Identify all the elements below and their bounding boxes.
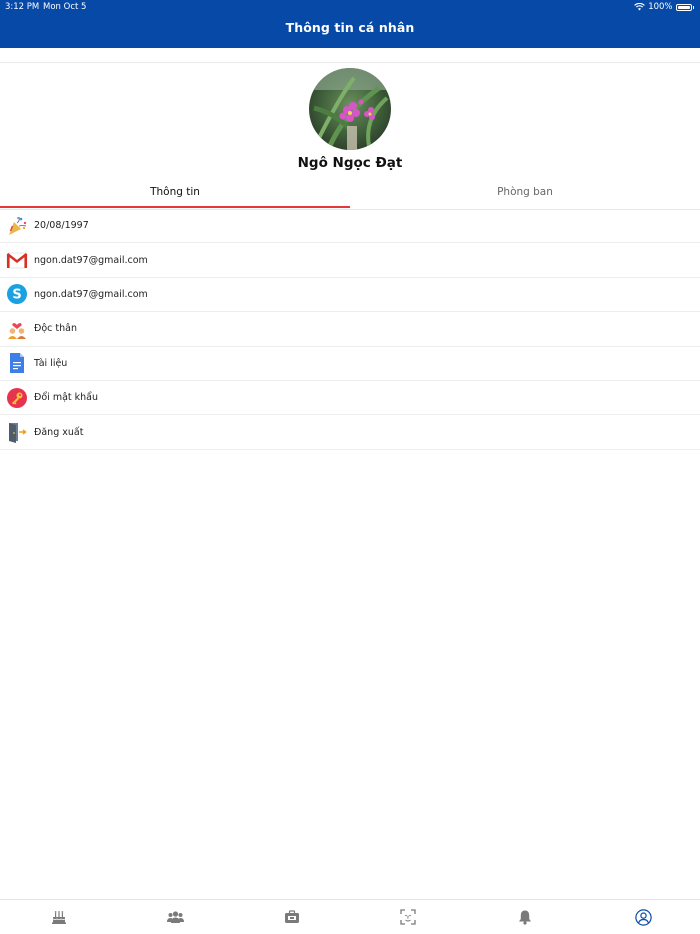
tab-info[interactable]: Thông tin (0, 180, 350, 208)
nav-people[interactable] (166, 908, 184, 926)
people-icon (166, 911, 184, 923)
battery-tip (692, 5, 694, 9)
app-header: 3:12 PM Mon Oct 5 100% Thông tin cá nhân (0, 0, 700, 48)
documents-label: Tài liệu (34, 357, 68, 369)
battery-percent: 100% (648, 2, 673, 12)
document-icon (6, 352, 28, 374)
list-item-change-password[interactable]: Đổi mật khẩu (0, 381, 700, 416)
page-title: Thông tin cá nhân (285, 20, 415, 35)
profile-name: Ngô Ngọc Đạt (297, 155, 403, 171)
list-item-birthday: 20/08/1997 (0, 209, 700, 244)
list-item-gmail[interactable]: ngon.dat97@gmail.com (0, 243, 700, 278)
profile-icon (634, 908, 652, 926)
skype-label: ngon.dat97@gmail.com (34, 288, 148, 300)
nav-face-scan[interactable] (399, 908, 417, 926)
list-item-skype[interactable]: S ngon.dat97@gmail.com (0, 278, 700, 313)
list-item-documents[interactable]: Tài liệu (0, 347, 700, 381)
list-item-marital-status: Độc thân (0, 312, 700, 347)
key-icon (6, 387, 28, 409)
info-list: 20/08/1997 ngon.dat97@gmail.com S ngon.d… (0, 209, 700, 450)
tab-department[interactable]: Phòng ban (350, 180, 700, 208)
list-item-logout[interactable]: Đăng xuất (0, 415, 700, 450)
party-popper-icon (6, 215, 28, 237)
bottom-nav (0, 899, 700, 934)
nav-birthday[interactable] (50, 908, 68, 926)
gmail-label: ngon.dat97@gmail.com (34, 254, 148, 266)
briefcase-icon (285, 910, 299, 923)
status-bar: 3:12 PM Mon Oct 5 100% (0, 0, 700, 14)
avatar-image (309, 68, 391, 150)
gmail-icon (6, 249, 28, 271)
wifi-icon (634, 3, 646, 11)
divider (0, 62, 700, 63)
nav-profile[interactable] (634, 908, 652, 926)
face-scan-icon (400, 909, 416, 925)
logout-label: Đăng xuất (34, 426, 84, 438)
avatar[interactable] (309, 68, 391, 150)
skype-icon: S (6, 283, 28, 305)
battery-icon (675, 3, 692, 11)
logout-icon (6, 421, 28, 444)
svg-text:S: S (12, 288, 21, 303)
status-time: 3:12 PM (5, 2, 40, 12)
couple-icon (6, 318, 28, 340)
birthday-cake-icon (52, 911, 66, 924)
status-right: 100% (634, 0, 694, 14)
tab-bar: Thông tin Phòng ban (0, 180, 700, 210)
marital-status-label: Độc thân (34, 323, 78, 335)
birthday-label: 20/08/1997 (34, 220, 89, 232)
status-date: Mon Oct 5 (43, 2, 87, 12)
change-password-label: Đổi mật khẩu (34, 392, 99, 404)
bell-icon (519, 910, 531, 925)
nav-notifications[interactable] (516, 908, 534, 926)
nav-work[interactable] (283, 908, 301, 926)
